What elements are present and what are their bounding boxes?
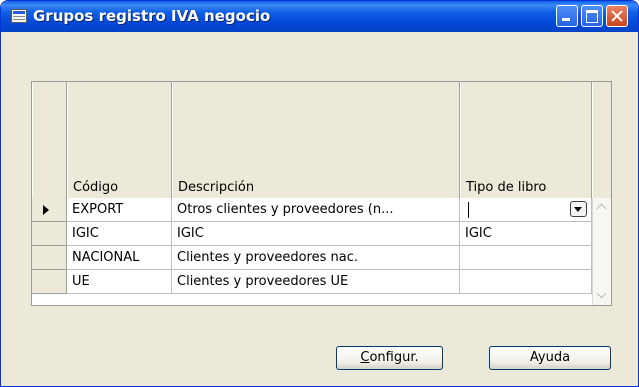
cell-tipo-de-libro[interactable] [460, 246, 592, 270]
column-header-label: Código [73, 180, 119, 195]
column-header-label: Descripción [178, 180, 255, 195]
row-selector[interactable] [32, 270, 67, 294]
header-selector [32, 82, 67, 198]
header-filler [592, 82, 611, 198]
column-header-codigo[interactable]: Código [67, 82, 172, 198]
cell-codigo[interactable]: NACIONAL [67, 246, 172, 270]
minimize-icon[interactable] [556, 5, 578, 27]
dropdown-arrow-icon[interactable] [570, 201, 587, 217]
cell-tipo-de-libro[interactable] [460, 270, 592, 294]
scroll-up-icon[interactable] [594, 199, 611, 216]
cell-descripcion[interactable]: Otros clientes y proveedores (n... [172, 198, 460, 222]
title-bar[interactable]: Grupos registro IVA negocio [1, 1, 638, 32]
cell-tipo-de-libro[interactable]: IGIC [460, 222, 592, 246]
button-label: onfigur. [369, 350, 419, 365]
column-header-descripcion[interactable]: Descripción [172, 82, 460, 198]
row-selector[interactable] [32, 246, 67, 270]
grid-header: Código Descripción Tipo de libro [32, 82, 611, 198]
configure-button[interactable]: Configur. [336, 346, 443, 370]
table-row[interactable]: EXPORT Otros clientes y proveedores (n..… [32, 198, 611, 222]
close-icon[interactable] [606, 5, 628, 27]
column-header-label: Tipo de libro [466, 180, 547, 195]
maximize-icon[interactable] [581, 5, 603, 27]
vertical-scrollbar[interactable] [592, 198, 611, 305]
help-button[interactable]: Ayuda [489, 346, 611, 370]
table-row[interactable]: IGIC IGIC IGIC [32, 222, 611, 246]
cell-codigo[interactable]: UE [67, 270, 172, 294]
cell-descripcion[interactable]: IGIC [172, 222, 460, 246]
table-row[interactable]: UE Clientes y proveedores UE [32, 270, 611, 294]
cell-codigo[interactable]: EXPORT [67, 198, 172, 222]
row-pointer-icon [43, 205, 49, 215]
table-icon [11, 9, 27, 23]
dialog-window: Grupos registro IVA negocio Código Descr… [0, 0, 639, 387]
cell-codigo[interactable]: IGIC [67, 222, 172, 246]
row-selector[interactable] [32, 198, 67, 222]
row-selector[interactable] [32, 222, 67, 246]
table-row[interactable]: NACIONAL Clientes y proveedores nac. [32, 246, 611, 270]
cell-descripcion[interactable]: Clientes y proveedores UE [172, 270, 460, 294]
scroll-down-icon[interactable] [594, 287, 611, 304]
text-cursor [468, 202, 469, 218]
window-title: Grupos registro IVA negocio [33, 7, 271, 25]
data-grid: Código Descripción Tipo de libro EXPORT … [31, 81, 612, 306]
column-header-tipo-de-libro[interactable]: Tipo de libro [460, 82, 592, 198]
cell-tipo-de-libro-editor[interactable] [460, 198, 592, 222]
cell-descripcion[interactable]: Clientes y proveedores nac. [172, 246, 460, 270]
